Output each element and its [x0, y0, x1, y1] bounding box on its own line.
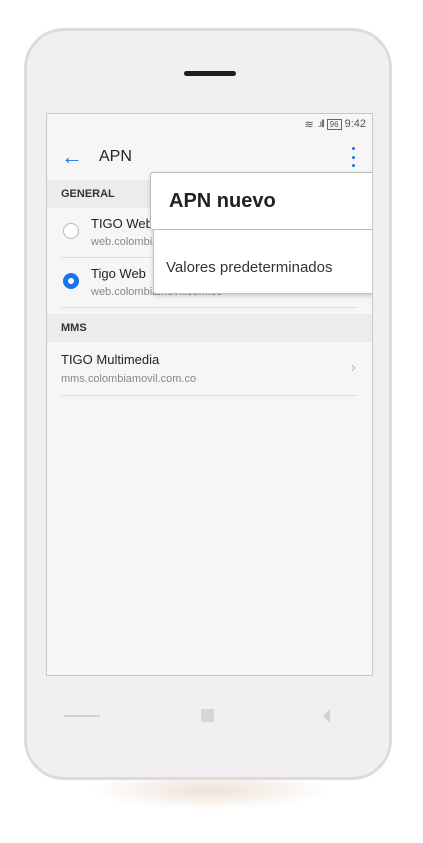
section-header-mms: MMS — [47, 314, 372, 342]
apn-name: Tigo Web — [91, 266, 146, 281]
menu-item-reset-defaults[interactable]: Valores predeterminados — [153, 230, 372, 294]
nav-back-icon[interactable] — [64, 715, 100, 717]
radio-button[interactable] — [63, 223, 79, 239]
nav-recent-icon[interactable] — [323, 709, 330, 723]
arrow-left-icon[interactable]: ← — [61, 146, 83, 168]
mms-name: TIGO Multimedia — [61, 352, 160, 367]
signal-icon: .ıll — [317, 118, 325, 130]
radio-button-selected[interactable] — [63, 273, 79, 289]
chevron-right-icon: › — [350, 359, 356, 376]
menu-item-new-apn[interactable]: APN nuevo — [150, 172, 372, 230]
battery-level: 96 — [326, 118, 342, 130]
page-title: APN — [99, 148, 132, 165]
apn-name: TIGO Web — [91, 216, 153, 231]
overflow-menu: APN nuevo Valores predeterminados — [150, 172, 372, 296]
more-vertical-icon[interactable] — [352, 147, 356, 167]
nav-home-icon[interactable] — [201, 709, 214, 722]
mms-list-item[interactable]: TIGO Multimedia mms.colombiamovil.com.co… — [61, 342, 356, 396]
status-bar: ≋ .ıll 96 9:42 — [47, 114, 372, 134]
status-time: 9:42 — [344, 118, 366, 130]
speaker-grille — [184, 71, 236, 76]
phone-screen: ≋ .ıll 96 9:42 ← APN GENERAL TIGO Web we… — [46, 113, 373, 676]
mms-url: mms.colombiamovil.com.co — [61, 373, 197, 385]
wifi-icon: ≋ — [304, 118, 314, 131]
